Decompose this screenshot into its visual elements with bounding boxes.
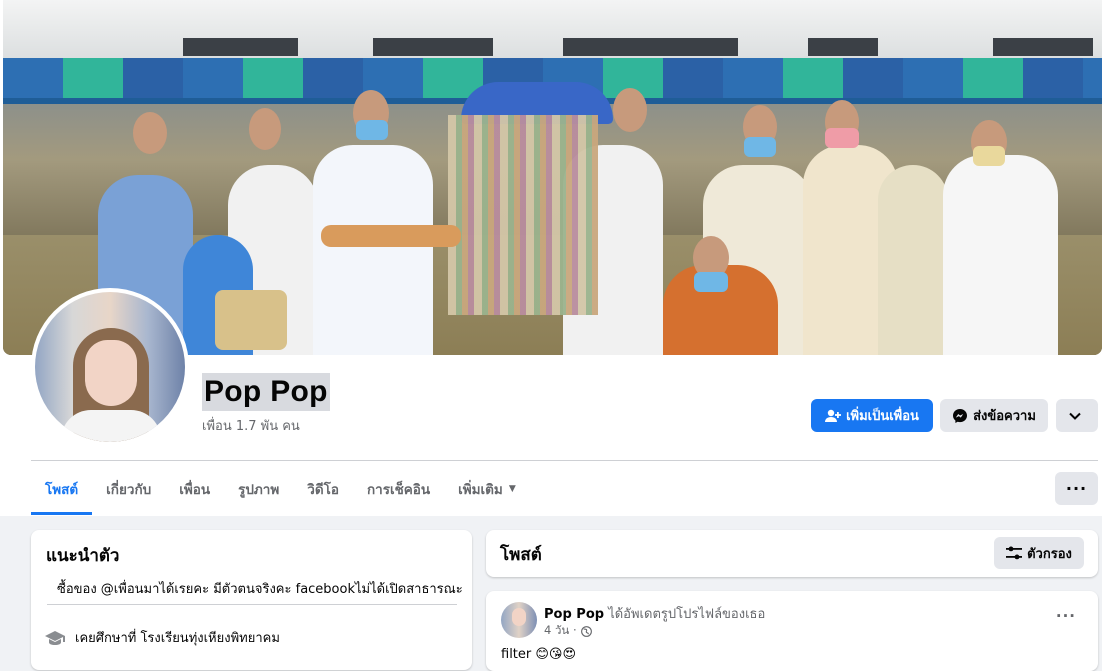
add-friend-label: เพิ่มเป็นเพื่อน: [846, 409, 919, 424]
add-friend-icon: [825, 409, 842, 422]
profile-picture[interactable]: [31, 288, 189, 446]
education-text: เคยศึกษาที่ โรงเรียนทุ่งเหียงพิทยาคม: [75, 631, 280, 646]
avatar: [35, 292, 185, 442]
post-caption: filter 😊😘😍: [501, 647, 577, 662]
more-dots-icon: ···: [1065, 479, 1088, 498]
message-button[interactable]: ส่งข้อความ: [940, 399, 1048, 432]
post-card: Pop Pop ได้อัพเดตรูปโปรไฟล์ของเธอ 4 วัน …: [486, 591, 1098, 671]
tab-checkins[interactable]: การเช็คอิน: [353, 463, 444, 515]
cover-photo[interactable]: [3, 0, 1102, 355]
globe-icon: [580, 625, 592, 637]
post-author-avatar[interactable]: [501, 602, 537, 638]
graduation-cap-icon: [45, 630, 65, 645]
profile-name: Pop Pop: [202, 373, 330, 411]
filter-button[interactable]: ตัวกรอง: [994, 537, 1084, 569]
filter-label: ตัวกรอง: [1027, 546, 1072, 562]
tab-videos[interactable]: วิดีโอ: [293, 463, 353, 515]
post-author-name[interactable]: Pop Pop: [544, 607, 604, 622]
message-label: ส่งข้อความ: [973, 409, 1036, 424]
post-header-line: Pop Pop ได้อัพเดตรูปโปรไฟล์ของเธอ: [544, 603, 765, 624]
post-timestamp[interactable]: 4 วัน ·: [544, 622, 577, 640]
tab-friends[interactable]: เพื่อน: [165, 463, 224, 515]
tab-photos[interactable]: รูปภาพ: [224, 463, 293, 515]
header-divider: [31, 460, 1098, 461]
tabs-more-button[interactable]: ···: [1055, 472, 1098, 505]
intro-bio: ซื้อของ @เพื่อนมาได้เรยคะ มีตัวตนจริงคะ …: [57, 582, 463, 597]
posts-title: โพสต์: [500, 545, 542, 565]
filter-sliders-icon: [1006, 546, 1023, 560]
chevron-down-icon: [1068, 412, 1081, 420]
profile-header: Pop Pop เพื่อน 1.7 พัน คน เพิ่มเป็นเพื่อ…: [0, 0, 1102, 516]
tab-posts[interactable]: โพสต์: [31, 463, 93, 515]
post-more-icon[interactable]: ···: [1056, 607, 1076, 625]
friends-count[interactable]: เพื่อน 1.7 พัน คน: [202, 415, 300, 436]
profile-tabs: โพสต์ เกี่ยวกับ เพื่อน รูปภาพ วิดีโอ การ…: [31, 463, 530, 515]
cover-building: [3, 0, 1102, 58]
intro-divider: [47, 604, 457, 605]
messenger-icon: [953, 408, 968, 423]
post-meta: 4 วัน ·: [544, 622, 592, 640]
post-action-text: ได้อัพเดตรูปโปรไฟล์ของเธอ: [608, 607, 766, 622]
posts-header-card: โพสต์ ตัวกรอง: [486, 530, 1098, 577]
add-friend-button[interactable]: เพิ่มเป็นเพื่อน: [811, 399, 933, 432]
more-options-button[interactable]: [1056, 399, 1098, 432]
tab-more[interactable]: เพิ่มเติม ▼: [444, 463, 530, 515]
intro-card: แนะนำตัว ซื้อของ @เพื่อนมาได้เรยคะ มีตัว…: [31, 530, 472, 670]
caret-down-icon: ▼: [508, 484, 516, 494]
tab-about[interactable]: เกี่ยวกับ: [92, 463, 165, 515]
intro-education: เคยศึกษาที่ โรงเรียนทุ่งเหียงพิทยาคม: [45, 627, 280, 648]
cover-money-tree: [448, 115, 598, 315]
intro-title: แนะนำตัว: [46, 546, 120, 566]
